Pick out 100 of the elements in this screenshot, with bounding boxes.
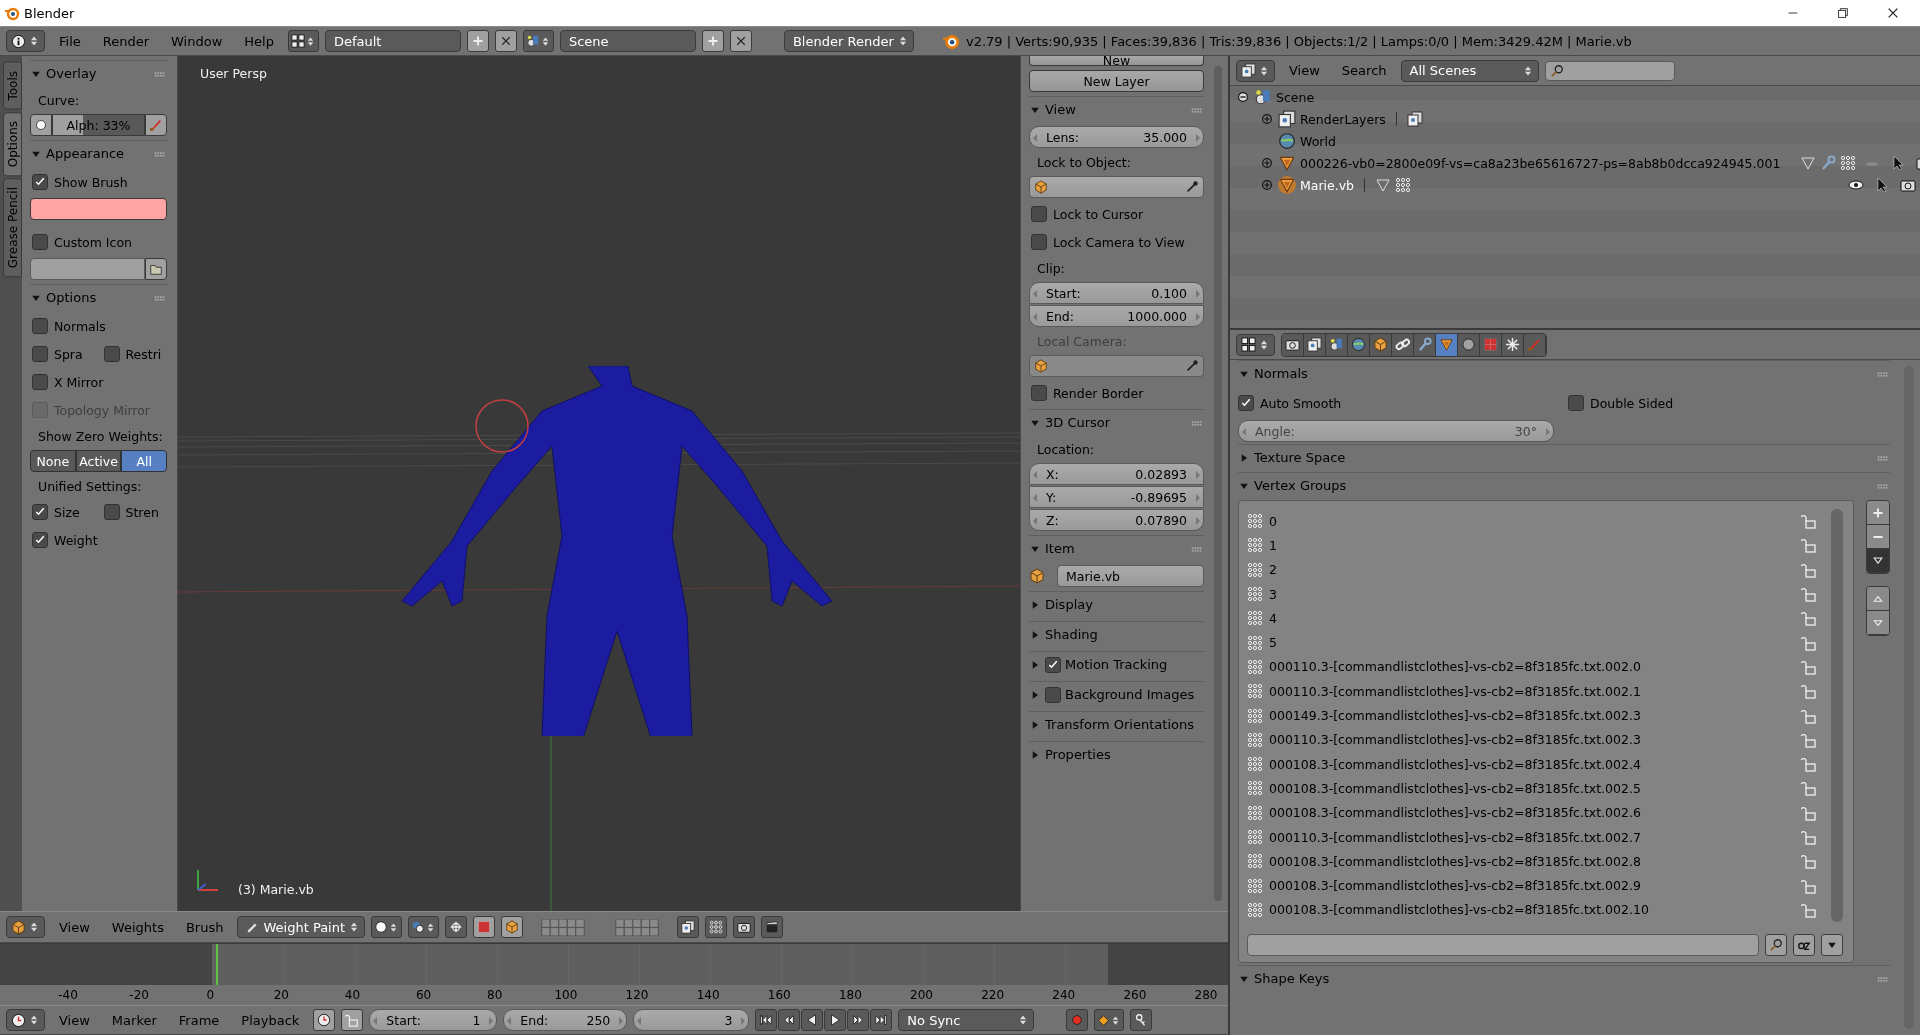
expand-toggle-icon[interactable] [1260, 178, 1274, 192]
manipulator-button[interactable] [445, 916, 468, 938]
play-back-button[interactable] [801, 1009, 824, 1031]
panel-title[interactable]: Transform Orientations [1045, 717, 1204, 732]
checkbox[interactable] [1045, 656, 1061, 673]
preview-range-button[interactable] [313, 1009, 336, 1031]
vertex-group-item[interactable]: 000108.3-[commandlistclothes]-vs-cb2=8f3185fc.txt.002.5 [1247, 776, 1817, 801]
layout-type-button[interactable] [287, 30, 319, 52]
menu-item[interactable]: Search [1333, 63, 1395, 78]
properties-tab[interactable] [1458, 333, 1480, 356]
jump-start-button[interactable] [755, 1009, 778, 1031]
checkbox[interactable] [32, 318, 48, 334]
remove-button[interactable] [494, 30, 517, 52]
coordinate-field[interactable]: X: 0.02893 [1029, 463, 1204, 485]
zero-weights-option[interactable]: None [30, 450, 76, 472]
panel-title[interactable]: Vertex Groups [1254, 478, 1872, 493]
editor-type-button[interactable] [6, 30, 45, 52]
brush-button[interactable] [145, 114, 167, 136]
play-button[interactable] [824, 1009, 847, 1031]
vertex-mask-button[interactable] [501, 916, 524, 938]
remove-group-button[interactable] [1867, 525, 1889, 549]
vertex-group-item[interactable]: 000110.3-[commandlistclothes]-vs-cb2=8f3185fc.txt.002.3 [1247, 727, 1817, 752]
panel-title[interactable]: Overlay [46, 66, 149, 81]
lens-field[interactable]: Lens: 35.000 [1029, 126, 1204, 148]
vertex-group-item[interactable]: 000110.3-[commandlistclothes]-vs-cb2=8f3185fc.txt.002.7 [1247, 824, 1817, 850]
alpha-slider[interactable]: Alph: 33% [52, 114, 145, 136]
record-button[interactable] [1066, 1009, 1089, 1031]
clip-field[interactable]: Start: 0.100 [1029, 282, 1204, 304]
new-layer-button[interactable]: New Layer [1029, 70, 1204, 92]
remove-button[interactable] [729, 30, 752, 52]
outliner-item[interactable]: 000226-vb0=2800e09f-vs=ca8a23be65616727-ps=8ab8b0dcca924945.001 [1230, 152, 1920, 174]
vertex-group-item[interactable]: 2 [1247, 557, 1817, 582]
sort-button[interactable] [1793, 934, 1815, 957]
panel-title[interactable]: Motion Tracking [1065, 657, 1204, 672]
vertex-group-item[interactable]: 000108.3-[commandlistclothes]-vs-cb2=8f3185fc.txt.002.4 [1247, 751, 1817, 777]
zero-weights-option[interactable]: All [121, 450, 167, 472]
outliner-item[interactable]: World [1230, 130, 1920, 152]
properties-tab[interactable] [1502, 333, 1524, 356]
menu-item[interactable]: View [51, 919, 98, 935]
properties-tab[interactable] [1282, 333, 1304, 356]
checkbox[interactable] [1238, 395, 1254, 411]
layout-field[interactable]: Default [324, 30, 461, 52]
start-frame-field[interactable]: Start: 1 [369, 1009, 498, 1031]
jump-end-button[interactable] [870, 1009, 893, 1031]
options-button[interactable] [1821, 934, 1843, 957]
checkbox[interactable] [1031, 234, 1047, 250]
panel-title[interactable]: Normals [1254, 366, 1872, 381]
panel-title[interactable]: Options [46, 290, 149, 305]
properties-tab[interactable] [1392, 333, 1414, 356]
keying-button[interactable] [1130, 1009, 1153, 1031]
properties-tab[interactable] [1304, 333, 1326, 356]
properties-tab[interactable] [1348, 333, 1370, 356]
vertex-group-item[interactable]: 000108.3-[commandlistclothes]-vs-cb2=8f3185fc.txt.002.6 [1247, 800, 1817, 825]
next-key-button[interactable] [847, 1009, 870, 1031]
brush-color-swatch[interactable] [30, 198, 167, 220]
properties-tab[interactable] [1370, 333, 1392, 356]
vertex-group-item[interactable]: 000110.3-[commandlistclothes]-vs-cb2=8f3185fc.txt.002.1 [1247, 679, 1817, 704]
panel-title[interactable]: Background Images [1065, 687, 1204, 702]
checkbox[interactable] [32, 374, 48, 390]
filter-field[interactable] [1247, 934, 1759, 957]
display-mode-dropdown[interactable]: All Scenes [1400, 59, 1539, 82]
lock-button[interactable] [341, 1009, 364, 1031]
checkbox[interactable] [1031, 206, 1047, 222]
specials-button[interactable] [1867, 549, 1889, 573]
sync-dropdown[interactable]: No Sync [898, 1009, 1035, 1031]
vertex-group-item[interactable]: 000110.3-[commandlistclothes]-vs-cb2=8f3185fc.txt.002.0 [1247, 654, 1817, 680]
menu-item[interactable]: Brush [177, 919, 232, 935]
panel-title[interactable]: Shading [1045, 627, 1204, 642]
properties-tab[interactable] [1414, 333, 1436, 356]
add-button[interactable] [701, 30, 724, 52]
zero-weights-option[interactable]: Active [75, 450, 122, 472]
checkbox[interactable] [103, 346, 120, 362]
move-down-button[interactable] [1867, 611, 1889, 635]
search-field[interactable] [1544, 60, 1675, 81]
angle-field[interactable]: Angle: 30° [1238, 420, 1554, 442]
vertex-group-item[interactable]: 5 [1247, 630, 1817, 655]
panel-title[interactable]: Properties [1045, 747, 1204, 762]
lock-layers-button[interactable] [677, 916, 700, 938]
checkbox[interactable] [32, 234, 48, 250]
add-group-button[interactable] [1867, 501, 1889, 525]
mode-dropdown[interactable]: Weight Paint [237, 916, 366, 938]
checkbox[interactable] [32, 346, 48, 362]
object-name-field[interactable]: Marie.vb [1057, 565, 1204, 587]
collapse-toggle-icon[interactable] [1236, 90, 1250, 104]
editor-type-button[interactable] [1236, 59, 1275, 82]
properties-tab[interactable] [1436, 333, 1458, 356]
menu-item[interactable]: Weights [103, 919, 172, 935]
panel-title[interactable]: Appearance [46, 146, 149, 161]
coordinate-field[interactable]: Y: -0.89695 [1029, 486, 1204, 508]
keying-set-button[interactable] [1094, 1009, 1125, 1031]
coordinate-field[interactable]: Z: 0.07890 [1029, 509, 1204, 531]
menu-item[interactable]: View [51, 1012, 98, 1028]
menu-item[interactable]: File [51, 33, 89, 49]
new-button[interactable]: New [1029, 56, 1204, 66]
pivot-dropdown[interactable] [408, 916, 440, 938]
object-field[interactable] [1029, 176, 1204, 198]
checkbox[interactable] [32, 532, 48, 548]
move-up-button[interactable] [1867, 587, 1889, 611]
current-frame-field[interactable]: 3 [633, 1009, 750, 1031]
render-engine-dropdown[interactable]: Blender Render [783, 30, 914, 52]
